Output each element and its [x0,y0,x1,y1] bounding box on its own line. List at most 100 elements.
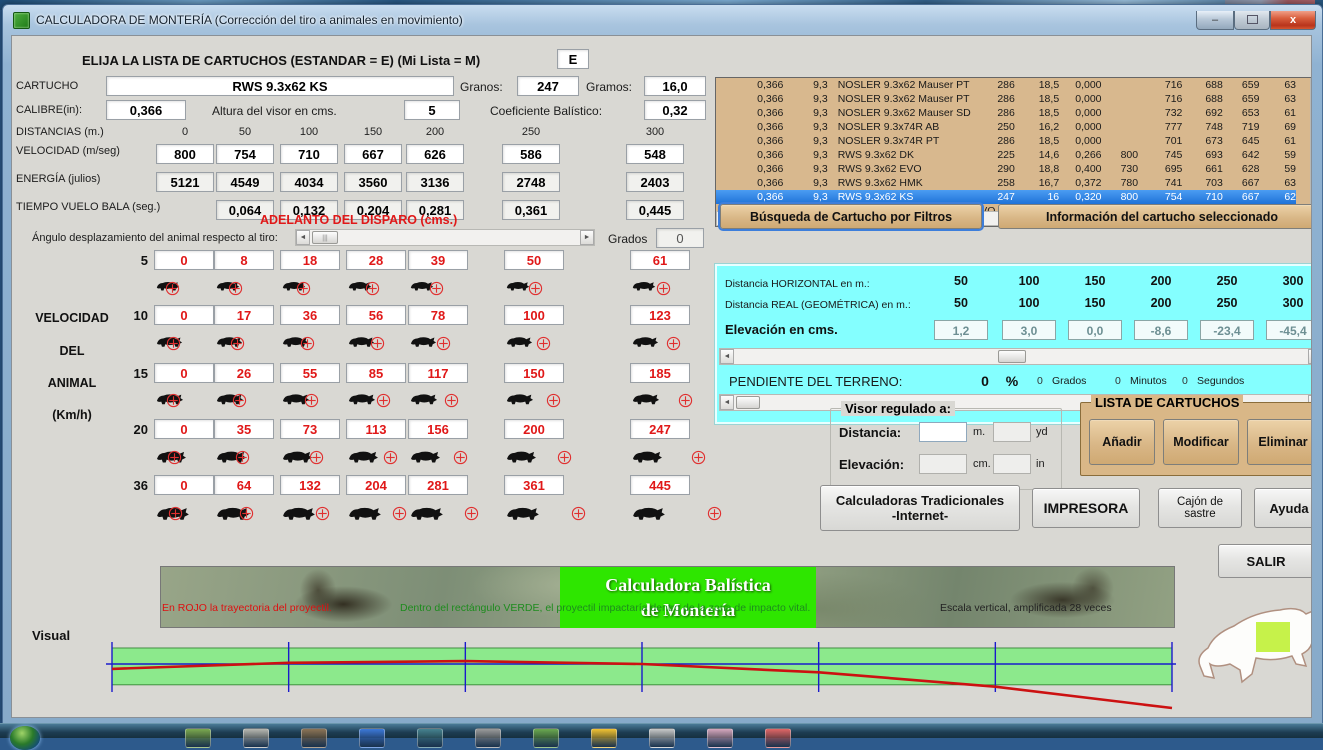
time-value: 0,445 [626,200,684,220]
cartridge-cell: 9,3 [783,106,827,120]
taskbar-app-icon[interactable] [533,728,559,748]
distance-tick: 150 [364,126,382,138]
taskbar-app-icon[interactable] [591,728,617,748]
elevation-value-box[interactable]: -23,4 [1200,320,1254,340]
taskbar-app-icon[interactable] [765,728,791,748]
lead-value-cell: 247 [630,419,690,439]
velocity-value: 754 [216,144,274,164]
taskbar-app-icon[interactable] [301,728,327,748]
elevation-value-box[interactable]: -45,4 [1266,320,1312,340]
cartridge-cell: 225 [980,148,1015,162]
granos-value[interactable]: 247 [517,76,579,96]
altura-visor-value[interactable]: 5 [404,100,460,120]
minimize-button[interactable]: – [1196,11,1234,30]
crosshair-lead-icon [168,506,183,521]
taskbar-app-icon[interactable] [475,728,501,748]
cartridge-row[interactable]: 0,3669,3NOSLER 9.3x62 Mauser PT28618,50,… [716,92,1296,106]
boar-silhouette-icon [632,335,659,350]
cajon-de-sastre-button[interactable]: Cajón de sastre [1158,488,1242,528]
angle-slider-left-arrow[interactable]: ◄ [296,230,310,245]
cartridge-row[interactable]: 0,3669,3NOSLER 9.3x62 Mauser PT28618,50,… [716,78,1296,92]
cartridge-cell: 0,366 [716,190,783,204]
dist-real-value: 100 [1019,296,1040,310]
lista-cartuchos-title: LISTA DE CARTUCHOS [1091,395,1243,410]
boar-silhouette-icon [632,280,656,293]
cartridge-cell: RWS 9.3x62 HMK [828,176,981,190]
eliminar-button[interactable]: Eliminar [1247,419,1312,465]
cartridge-cell: RWS 9.3x62 KS [828,190,981,204]
grid-vscrollbar[interactable]: ▲ ▼ [1310,78,1312,211]
distance-scroll-thumb[interactable] [998,350,1026,363]
cartridge-cell: 754 [1138,190,1182,204]
taskbar-app-icon[interactable] [359,728,385,748]
informacion-cartucho-button[interactable]: Información del cartucho seleccionado [998,204,1312,229]
cartridge-row[interactable]: 0,3669,3RWS 9.3x62 EVO29018,80,400730695… [716,162,1296,176]
dist-real-label: Distancia REAL (GEOMÉTRICA) en m.: [725,299,911,311]
calibre-value[interactable]: 0,366 [106,100,186,120]
close-button[interactable]: x [1270,11,1316,30]
cartridge-cell: 719 [1223,120,1260,134]
maximize-button[interactable] [1234,11,1270,30]
cartridge-cell: 18,5 [1015,78,1059,92]
visor-distancia-m-input[interactable] [919,422,967,442]
distance-scroll-left-arrow[interactable]: ◄ [720,349,734,364]
cajon-line2: sastre [1184,508,1215,520]
cartridge-cell: 258 [980,176,1015,190]
taskbar[interactable] [0,723,1323,738]
elevation-value-box[interactable]: 0,0 [1068,320,1122,340]
start-orb[interactable] [10,726,40,750]
visor-elevacion-cm-input[interactable] [919,454,967,474]
gramos-value[interactable]: 16,0 [644,76,706,96]
grados-value[interactable]: 0 [656,228,704,248]
cartridge-cell: 9,3 [783,190,827,204]
taskbar-app-icon[interactable] [243,728,269,748]
cartridge-row[interactable]: 0,3669,3NOSLER 9.3x74R AB25016,20,000777… [716,120,1296,134]
impresora-button[interactable]: IMPRESORA [1032,488,1140,528]
cartridge-row[interactable]: 0,3669,3RWS 9.3x62 DK22514,60,2668007456… [716,148,1296,162]
elevation-value-box[interactable]: 3,0 [1002,320,1056,340]
lead-value-cell: 50 [504,250,564,270]
cartucho-value[interactable]: RWS 9.3x62 KS [106,76,454,96]
angle-slider-right-arrow[interactable]: ► [580,230,594,245]
coef-balistico-value[interactable]: 0,32 [644,100,706,120]
busqueda-filtros-button[interactable]: Búsqueda de Cartucho por Filtros [720,204,982,229]
elevation-value-box[interactable]: 1,2 [934,320,988,340]
crosshair-lead-icon [666,336,681,351]
calculadoras-tradicionales-button[interactable]: Calculadoras Tradicionales -Internet- [820,485,1020,531]
anadir-button[interactable]: Añadir [1089,419,1155,465]
lead-value-cell: 113 [346,419,406,439]
taskbar-app-icon[interactable] [649,728,675,748]
cartridge-row[interactable]: 0,3669,3NOSLER 9.3x62 Mauser SD28618,50,… [716,106,1296,120]
lead-value-cell: 61 [630,250,690,270]
distance-scroll-right-arrow[interactable]: ► [1308,349,1312,364]
ayuda-button[interactable]: Ayuda [1254,488,1312,528]
cartridge-row[interactable]: 0,3669,3NOSLER 9.3x74R PT28618,50,000701… [716,134,1296,148]
dist-real-value: 300 [1283,296,1304,310]
cartridge-row[interactable]: 0,3669,3RWS 9.3x62 HMK25816,70,372780741… [716,176,1296,190]
dist-horizontal-label: Distancia HORIZONTAL en m.: [725,278,870,290]
lead-value-cell: 56 [346,305,406,325]
modificar-button[interactable]: Modificar [1163,419,1239,465]
pendiente-slider-thumb[interactable] [736,396,760,409]
crosshair-lead-icon [165,281,180,296]
cartridge-cell: 703 [1182,176,1222,190]
title-bar[interactable]: CALCULADORA DE MONTERÍA (Corrección del … [9,7,1316,33]
cartridge-cell: 659 [1223,92,1260,106]
visor-elevacion-in-input[interactable] [993,454,1031,474]
visor-distancia-yd-input[interactable] [993,422,1031,442]
pendiente-slider-left-arrow[interactable]: ◄ [720,395,734,410]
taskbar-app-icon[interactable] [185,728,211,748]
distance-scrollbar[interactable]: ◄ ► [719,348,1312,365]
taskbar-app-icon[interactable] [707,728,733,748]
elevation-value-box[interactable]: -8,6 [1134,320,1188,340]
app-icon [13,12,30,29]
boar-silhouette-icon [282,505,316,524]
angle-slider[interactable]: ◄ ||| ► [295,229,595,246]
taskbar-app-icon[interactable] [417,728,443,748]
angle-slider-thumb[interactable]: ||| [312,231,338,244]
cartridge-cell [1102,92,1139,106]
list-select-input[interactable]: E [557,49,589,69]
cartridge-cell: 9,3 [783,120,827,134]
cartridge-row[interactable]: 0,3669,3RWS 9.3x62 KS247160,320800754710… [716,190,1296,204]
salir-button[interactable]: SALIR [1218,544,1312,578]
